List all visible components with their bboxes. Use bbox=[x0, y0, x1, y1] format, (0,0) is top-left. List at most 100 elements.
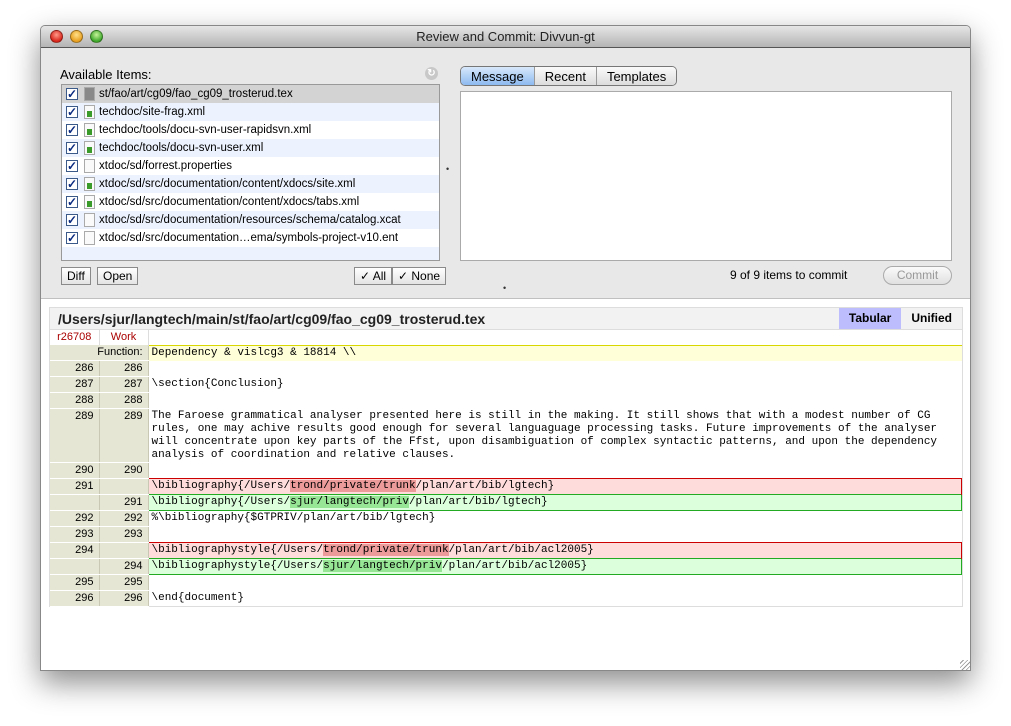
tab-tabular[interactable]: Tabular bbox=[838, 308, 902, 329]
diff-context-line: 290 290 bbox=[50, 462, 962, 479]
item-path: xtdoc/sd/forrest.properties bbox=[99, 160, 232, 172]
left-line-number: 287 bbox=[50, 376, 100, 393]
left-line-number bbox=[50, 494, 100, 511]
diff-context-line: 293 293 bbox=[50, 526, 962, 543]
diff-code bbox=[148, 527, 962, 543]
item-checkbox[interactable]: ✓ bbox=[66, 214, 78, 226]
commit-count-status: 9 of 9 items to commit bbox=[730, 268, 848, 282]
right-line-number: 287 bbox=[99, 376, 149, 393]
list-item[interactable]: ✓ xtdoc/sd/src/documentation/content/xdoc… bbox=[62, 175, 439, 193]
modified-file-icon bbox=[84, 123, 95, 137]
left-line-number: 294 bbox=[50, 542, 100, 559]
tab-unified[interactable]: Unified bbox=[901, 308, 962, 329]
diff-code: \bibliography{/Users/trond/private/trunk… bbox=[147, 478, 962, 495]
code-segment: \bibliographystyle{/Users/ bbox=[151, 560, 324, 572]
item-path: xtdoc/sd/src/documentation/content/xdocs… bbox=[99, 178, 356, 190]
left-line-number bbox=[50, 558, 100, 575]
modified-file-icon bbox=[84, 177, 95, 191]
diff-code bbox=[148, 463, 962, 479]
diff-code: \bibliography{/Users/sjur/langtech/priv/… bbox=[147, 494, 962, 511]
right-line-number: 296 bbox=[99, 590, 149, 607]
right-line-number: 294 bbox=[99, 558, 149, 575]
diff-context-line: 287 287 \section{Conclusion} bbox=[50, 376, 962, 393]
item-checkbox[interactable]: ✓ bbox=[66, 232, 78, 244]
left-line-number: 296 bbox=[50, 590, 100, 607]
window-title: Review and Commit: Divvun-gt bbox=[416, 29, 595, 44]
diff-view-tabs: Tabular Unified bbox=[838, 308, 962, 329]
check-none-button[interactable]: ✓ None bbox=[392, 267, 447, 285]
file-icon bbox=[84, 159, 95, 173]
diff-context-line: 296 296 \end{document} bbox=[50, 590, 962, 607]
item-path: st/fao/art/cg09/fao_cg09_trosterud.tex bbox=[99, 88, 293, 100]
modified-file-icon bbox=[84, 105, 95, 119]
list-item[interactable]: ✓ techdoc/tools/docu-svn-user.xml bbox=[62, 139, 439, 157]
diff-context-line: 286 286 bbox=[50, 360, 962, 377]
list-item[interactable]: ✓ xtdoc/sd/src/documentation…ema/symbols-… bbox=[62, 229, 439, 247]
diff-code bbox=[148, 393, 962, 409]
item-checkbox[interactable]: ✓ bbox=[66, 142, 78, 154]
changed-segment: sjur/langtech/priv bbox=[290, 496, 409, 508]
tab-message[interactable]: Message bbox=[461, 67, 535, 85]
code-segment: /plan/art/bib/acl2005} bbox=[448, 544, 594, 556]
diff-file-header: /Users/sjur/langtech/main/st/fao/art/cg0… bbox=[50, 308, 962, 330]
diff-view: /Users/sjur/langtech/main/st/fao/art/cg0… bbox=[49, 307, 963, 607]
right-line-number: 291 bbox=[99, 494, 149, 511]
diff-button[interactable]: Diff bbox=[61, 267, 91, 285]
left-line-number: 292 bbox=[50, 510, 100, 527]
item-checkbox[interactable]: ✓ bbox=[66, 160, 78, 172]
item-checkbox[interactable]: ✓ bbox=[66, 196, 78, 208]
list-item[interactable]: ✓ st/fao/art/cg09/fao_cg09_trosterud.tex bbox=[62, 85, 439, 103]
resize-grip[interactable] bbox=[960, 660, 970, 670]
right-line-number: 286 bbox=[99, 360, 149, 377]
item-path: xtdoc/sd/src/documentation/content/xdocs… bbox=[99, 196, 360, 208]
title-bar[interactable]: Review and Commit: Divvun-gt bbox=[41, 26, 970, 48]
diff-code: \section{Conclusion} bbox=[151, 377, 284, 390]
right-line-number: 289 bbox=[99, 408, 149, 463]
diff-file-path: /Users/sjur/langtech/main/st/fao/art/cg0… bbox=[58, 311, 486, 327]
item-checkbox[interactable]: ✓ bbox=[66, 124, 78, 136]
modified-file-icon bbox=[84, 141, 95, 155]
right-line-number bbox=[99, 542, 149, 559]
item-path: xtdoc/sd/src/documentation…ema/symbols-p… bbox=[99, 232, 399, 244]
commit-button[interactable]: Commit bbox=[883, 266, 952, 285]
code-segment: \bibliographystyle{/Users/ bbox=[151, 544, 324, 556]
code-segment: /plan/art/bib/lgtech} bbox=[415, 480, 555, 492]
list-item[interactable]: ✓ xtdoc/sd/src/documentation/resources/sc… bbox=[62, 211, 439, 229]
commit-message-input[interactable] bbox=[460, 91, 952, 261]
vertical-splitter-handle[interactable]: • bbox=[446, 164, 449, 174]
available-items-list[interactable]: ✓ st/fao/art/cg09/fao_cg09_trosterud.tex ✓… bbox=[61, 84, 440, 261]
code-segment: /plan/art/bib/acl2005} bbox=[441, 560, 588, 572]
diff-context-line: 288 288 bbox=[50, 392, 962, 409]
item-checkbox[interactable]: ✓ bbox=[66, 106, 78, 118]
refresh-icon[interactable]: ↻ bbox=[425, 67, 438, 80]
open-button[interactable]: Open bbox=[97, 267, 139, 285]
diff-code: The Faroese grammatical analyser present… bbox=[151, 409, 944, 461]
list-item[interactable]: ✓ techdoc/site-frag.xml bbox=[62, 103, 439, 121]
item-path: techdoc/tools/docu-svn-user-rapidsvn.xml bbox=[99, 124, 312, 136]
right-revision: Work bbox=[99, 330, 149, 345]
diff-code: \bibliographystyle{/Users/sjur/langtech/… bbox=[147, 558, 962, 575]
code-segment: \bibliography{/Users/ bbox=[151, 496, 291, 508]
item-path: xtdoc/sd/src/documentation/resources/sch… bbox=[99, 214, 401, 226]
right-line-number: 288 bbox=[99, 392, 149, 409]
tab-recent[interactable]: Recent bbox=[534, 67, 597, 85]
check-all-button[interactable]: ✓ All bbox=[354, 267, 393, 285]
item-path: techdoc/site-frag.xml bbox=[99, 106, 206, 118]
left-line-number: 289 bbox=[50, 408, 100, 463]
right-line-number: 290 bbox=[99, 462, 149, 479]
horizontal-splitter-handle[interactable]: • bbox=[503, 283, 506, 293]
review-commit-window: Review and Commit: Divvun-gt Available I… bbox=[40, 25, 971, 671]
left-line-number: 286 bbox=[50, 360, 100, 377]
list-item[interactable]: ✓ techdoc/tools/docu-svn-user-rapidsvn.xm… bbox=[62, 121, 439, 139]
changed-segment: trond/private/trunk bbox=[290, 480, 416, 492]
item-checkbox[interactable]: ✓ bbox=[66, 178, 78, 190]
tab-templates[interactable]: Templates bbox=[596, 67, 677, 85]
list-item[interactable]: ✓ xtdoc/sd/forrest.properties bbox=[62, 157, 439, 175]
diff-added-line: 291 \bibliography{/Users/sjur/langtech/pr… bbox=[50, 494, 962, 511]
diff-context-line: 289 289 The Faroese grammatical analyser p… bbox=[50, 408, 962, 463]
diff-pane: /Users/sjur/langtech/main/st/fao/art/cg0… bbox=[41, 298, 970, 670]
item-checkbox[interactable]: ✓ bbox=[66, 88, 78, 100]
right-line-number: 293 bbox=[99, 526, 149, 543]
function-row: Function: Dependency & vislcg3 & 18814 \… bbox=[50, 344, 962, 361]
list-item[interactable]: ✓ xtdoc/sd/src/documentation/content/xdoc… bbox=[62, 193, 439, 211]
